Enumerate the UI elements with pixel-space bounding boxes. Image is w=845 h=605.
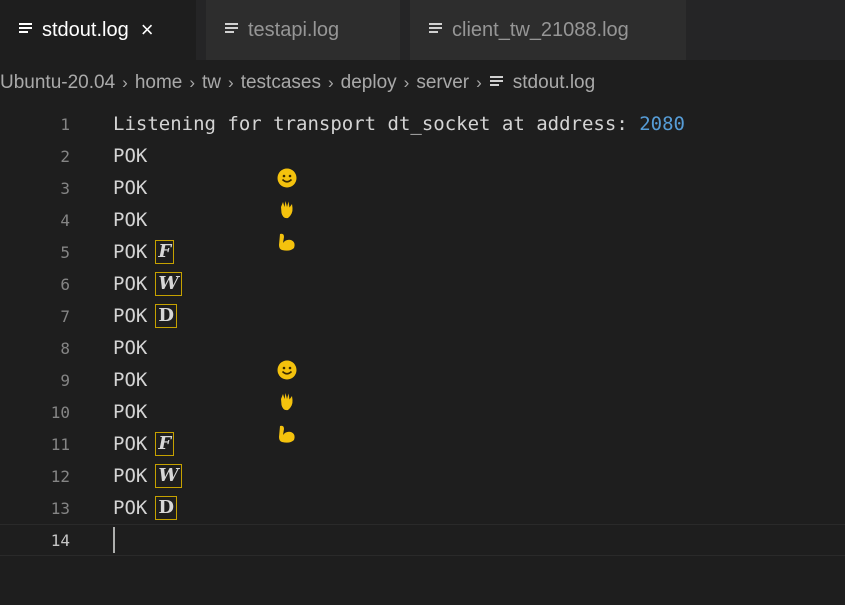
chevron-right-icon: › [122,73,128,92]
line-number: 14 [50,530,70,550]
code-line: 7 POK D [0,300,845,332]
line-content: POK [113,337,297,380]
smiley-emoji-icon [161,337,297,380]
line-number: 3 [60,178,70,198]
code-line: 11 POK F [0,428,845,460]
waving-hand-emoji-icon [161,369,293,411]
code-line: 2 POK [0,140,845,188]
file-lines-icon [428,22,444,36]
tab-label: stdout.log [42,18,129,41]
letter-d-glyph: D [155,304,177,328]
letter-w-glyph: W [155,464,182,488]
tab-stdout-log[interactable]: stdout.log × [0,0,196,60]
editor-window: stdout.log × testapi.log client_tw_21088… [0,0,845,605]
file-lines-icon [224,22,240,36]
breadcrumb-item[interactable]: tw [202,72,221,94]
line-text: POK [113,145,148,167]
number-literal: 2080 [639,113,685,135]
line-text: POK [113,497,148,519]
line-content: POK F [113,240,175,264]
waving-hand-emoji-icon [161,177,293,219]
close-icon[interactable]: × [141,17,154,43]
chevron-right-icon: › [327,73,334,92]
line-text: POK [113,305,148,327]
code-line: 10 POK [0,396,845,443]
breadcrumb-file[interactable]: stdout.log [489,72,595,95]
tab-bar: stdout.log × testapi.log client_tw_21088… [0,0,845,60]
line-number: 8 [60,338,70,358]
line-number: 1 [60,114,70,134]
chevron-right-icon: › [476,73,482,92]
line-number: 13 [50,498,70,518]
file-lines-icon [489,73,505,95]
line-text: POK [113,433,148,455]
line-content: POK [113,177,293,219]
line-number: 7 [60,306,70,326]
letter-d-glyph: D [155,496,177,520]
tab-testapi-log[interactable]: testapi.log [206,0,400,60]
line-content: POK W [113,464,182,488]
line-number: 2 [60,146,70,166]
line-text: POK [113,209,148,231]
breadcrumb-item[interactable]: Ubuntu-20.04 [0,72,115,94]
code-line: 8 POK [0,332,845,380]
code-line: 9 POK [0,364,845,411]
line-text: POK [113,401,148,423]
line-content: POK [113,145,297,188]
line-number: 6 [60,274,70,294]
line-content: POK [113,401,295,443]
line-number: 4 [60,210,70,230]
breadcrumb-item[interactable]: deploy [341,72,397,94]
flexed-biceps-emoji-icon [161,401,295,443]
current-code-line: 14 [0,524,845,556]
code-line: 4 POK [0,204,845,251]
file-lines-icon [18,22,34,36]
breadcrumb-item[interactable]: home [135,72,183,94]
line-text: POK [113,241,148,263]
line-content: POK F [113,432,175,456]
code-editor[interactable]: 1 Listening for transport dt_socket at a… [0,106,845,605]
breadcrumb-file-label: stdout.log [512,71,596,93]
breadcrumb-item[interactable]: testcases [241,72,321,94]
line-content: POK D [113,304,177,328]
chevron-right-icon: › [189,73,196,92]
line-number: 12 [50,466,70,486]
line-text: POK [113,465,148,487]
line-number: 11 [50,434,70,454]
letter-f-glyph: F [155,240,175,264]
line-number: 10 [50,402,70,422]
code-line: 3 POK [0,172,845,219]
smiley-emoji-icon [161,145,297,188]
code-line: 12 POK W [0,460,845,492]
code-line: 1 Listening for transport dt_socket at a… [0,108,845,140]
line-number: 5 [60,242,70,262]
chevron-right-icon: › [403,73,410,92]
line-content: Listening for transport dt_socket at add… [113,113,685,135]
line-content: POK [113,369,293,411]
text-cursor [113,527,115,553]
line-content: POK W [113,272,182,296]
line-text: POK [113,177,148,199]
line-text: POK [113,369,148,391]
flexed-biceps-emoji-icon [161,209,295,251]
code-line: 6 POK W [0,268,845,300]
line-number: 9 [60,370,70,390]
tab-label: client_tw_21088.log [452,18,629,41]
breadcrumb: Ubuntu-20.04 › home › tw › testcases › d… [0,60,845,106]
line-text: POK [113,273,148,295]
line-text: Listening for transport dt_socket at add… [113,113,640,135]
tab-client-log[interactable]: client_tw_21088.log [410,0,686,60]
breadcrumb-item[interactable]: server [416,72,469,94]
tab-label: testapi.log [248,18,340,41]
code-line: 5 POK F [0,236,845,268]
letter-w-glyph: W [155,272,182,296]
chevron-right-icon: › [228,73,234,92]
line-text: POK [113,337,148,359]
line-content: POK D [113,496,177,520]
line-content: POK [113,209,295,251]
code-line: 13 POK D [0,492,845,524]
letter-f-glyph: F [155,432,175,456]
